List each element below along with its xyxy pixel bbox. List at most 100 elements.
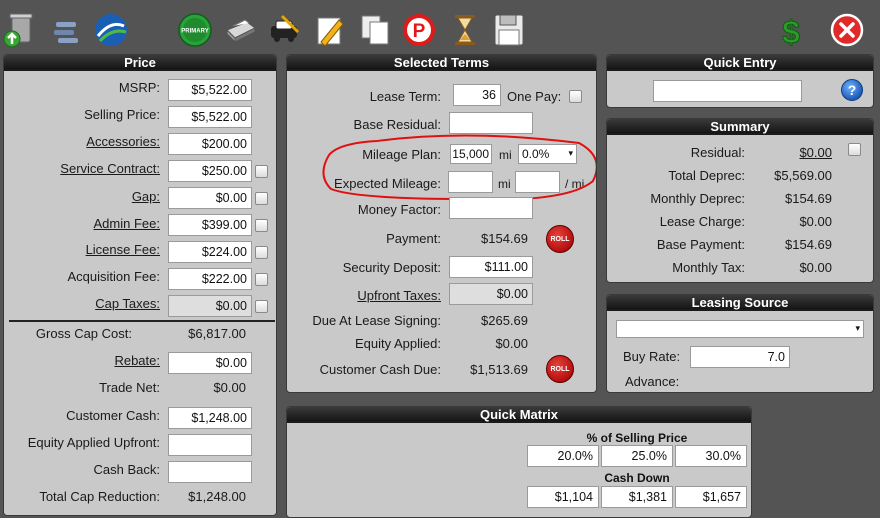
rebate-link[interactable]: Rebate: bbox=[114, 353, 160, 368]
cash-down-cell[interactable]: $1,657 bbox=[675, 486, 747, 508]
quick-matrix-title: Quick Matrix bbox=[287, 407, 751, 423]
equity-applied-label: Equity Applied: bbox=[354, 336, 441, 351]
printer-icon[interactable] bbox=[223, 12, 257, 48]
service-contract-checkbox[interactable] bbox=[255, 165, 268, 178]
due-at-signing-value: $265.69 bbox=[481, 313, 528, 328]
parking-p-icon[interactable]: P bbox=[402, 12, 436, 48]
hourglass-icon[interactable] bbox=[448, 12, 482, 48]
license-fee-link[interactable]: License Fee: bbox=[86, 242, 160, 257]
admin-fee-link[interactable]: Admin Fee: bbox=[94, 216, 160, 231]
license-fee-checkbox[interactable] bbox=[255, 246, 268, 259]
leasing-source-select[interactable]: ▾ bbox=[616, 320, 864, 338]
equity-applied-upfront-field[interactable] bbox=[168, 434, 252, 456]
customer-cash-label: Customer Cash: bbox=[66, 408, 160, 423]
service-contract-field[interactable]: $250.00 bbox=[168, 160, 252, 182]
base-residual-label: Base Residual: bbox=[353, 117, 441, 132]
monthly-tax-label: Monthly Tax: bbox=[672, 260, 745, 275]
admin-fee-checkbox[interactable] bbox=[255, 219, 268, 232]
cash-back-field[interactable] bbox=[168, 461, 252, 483]
toolbar: PRIMARY P $ bbox=[0, 0, 880, 54]
upfront-taxes-link[interactable]: Upfront Taxes: bbox=[357, 288, 441, 303]
price-panel-title: Price bbox=[4, 55, 276, 71]
residual-checkbox[interactable] bbox=[848, 143, 861, 156]
customer-cash-due-label: Customer Cash Due: bbox=[319, 362, 441, 377]
upload-trash-icon[interactable] bbox=[2, 12, 36, 48]
lease-term-field[interactable]: 36 bbox=[453, 84, 501, 106]
quick-entry-title: Quick Entry bbox=[607, 55, 873, 71]
msrp-field[interactable]: $5,522.00 bbox=[168, 79, 252, 101]
cap-taxes-field: $0.00 bbox=[168, 295, 252, 317]
acquisition-fee-label: Acquisition Fee: bbox=[67, 269, 161, 284]
gross-cap-cost-value: $6,817.00 bbox=[188, 326, 246, 341]
summary-panel: Summary Residual: $0.00 Total Deprec: $5… bbox=[606, 118, 874, 283]
quick-entry-input[interactable] bbox=[653, 80, 802, 102]
money-factor-field[interactable] bbox=[449, 197, 533, 219]
gap-link[interactable]: Gap: bbox=[132, 189, 160, 204]
close-icon[interactable] bbox=[830, 12, 864, 48]
one-pay-label: One Pay: bbox=[507, 89, 562, 104]
primary-button-icon[interactable]: PRIMARY bbox=[178, 12, 212, 48]
list-icon[interactable] bbox=[50, 12, 84, 48]
gap-checkbox[interactable] bbox=[255, 192, 268, 205]
gap-field[interactable]: $0.00 bbox=[168, 187, 252, 209]
pencil-note-icon[interactable] bbox=[313, 12, 347, 48]
primary-label: PRIMARY bbox=[181, 29, 208, 35]
cap-taxes-checkbox[interactable] bbox=[255, 300, 268, 313]
rebate-field[interactable]: $0.00 bbox=[168, 352, 252, 374]
pct-cell[interactable]: 30.0% bbox=[675, 445, 747, 467]
selling-price-field[interactable]: $5,522.00 bbox=[168, 106, 252, 128]
dollar-label: $ bbox=[782, 14, 800, 48]
lease-charge-value: $0.00 bbox=[799, 214, 832, 229]
trade-net-label: Trade Net: bbox=[99, 380, 160, 395]
monthly-deprec-label: Monthly Deprec: bbox=[650, 191, 745, 206]
service-contract-link[interactable]: Service Contract: bbox=[60, 161, 160, 176]
payment-value: $154.69 bbox=[481, 231, 528, 246]
admin-fee-field[interactable]: $399.00 bbox=[168, 214, 252, 236]
buy-rate-label: Buy Rate: bbox=[623, 349, 681, 364]
price-panel: Price MSRP: $5,522.00 Selling Price: $5,… bbox=[3, 54, 277, 516]
gross-cap-cost-label: Gross Cap Cost: bbox=[35, 326, 132, 341]
save-disk-icon[interactable] bbox=[492, 12, 526, 48]
pct-cell[interactable]: 25.0% bbox=[601, 445, 673, 467]
lease-term-label: Lease Term: bbox=[369, 89, 441, 104]
accessories-field[interactable]: $200.00 bbox=[168, 133, 252, 155]
money-factor-label: Money Factor: bbox=[357, 202, 441, 217]
total-deprec-label: Total Deprec: bbox=[668, 168, 745, 183]
equity-applied-value: $0.00 bbox=[495, 336, 528, 351]
license-fee-field[interactable]: $224.00 bbox=[168, 241, 252, 263]
cash-down-header: Cash Down bbox=[604, 471, 670, 485]
selected-terms-title: Selected Terms bbox=[287, 55, 596, 71]
leasing-source-panel: Leasing Source ▾ Buy Rate: 7.0 Advance: bbox=[606, 294, 874, 393]
cash-down-cell[interactable]: $1,381 bbox=[601, 486, 673, 508]
copy-pages-icon[interactable] bbox=[358, 12, 392, 48]
price-divider bbox=[9, 320, 275, 322]
security-deposit-label: Security Deposit: bbox=[342, 260, 441, 275]
due-at-signing-label: Due At Lease Signing: bbox=[312, 313, 441, 328]
trade-net-value: $0.00 bbox=[213, 380, 246, 395]
msrp-label: MSRP: bbox=[118, 80, 160, 95]
brand-logo-icon[interactable] bbox=[94, 12, 128, 48]
base-payment-value: $154.69 bbox=[785, 237, 832, 252]
acquisition-fee-field[interactable]: $222.00 bbox=[168, 268, 252, 290]
help-icon[interactable]: ? bbox=[841, 79, 863, 101]
roll-payment-button[interactable]: ROLL bbox=[546, 225, 574, 253]
selling-price-label: Selling Price: bbox=[84, 107, 160, 122]
car-document-icon[interactable] bbox=[268, 12, 302, 48]
customer-cash-field[interactable]: $1,248.00 bbox=[168, 407, 252, 429]
cap-taxes-link[interactable]: Cap Taxes: bbox=[95, 296, 160, 311]
base-residual-field[interactable] bbox=[449, 112, 533, 134]
highlight-circle bbox=[322, 134, 596, 201]
roll-cash-due-button[interactable]: ROLL bbox=[546, 355, 574, 383]
acquisition-fee-checkbox[interactable] bbox=[255, 273, 268, 286]
residual-link[interactable]: $0.00 bbox=[799, 145, 832, 160]
one-pay-checkbox[interactable] bbox=[569, 90, 582, 103]
buy-rate-field[interactable]: 7.0 bbox=[690, 346, 790, 368]
leasing-source-title: Leasing Source bbox=[607, 295, 873, 311]
dollar-icon[interactable]: $ bbox=[774, 12, 808, 49]
pct-cell[interactable]: 20.0% bbox=[527, 445, 599, 467]
customer-cash-due-value: $1,513.69 bbox=[470, 362, 528, 377]
cash-down-cell[interactable]: $1,104 bbox=[527, 486, 599, 508]
accessories-link[interactable]: Accessories: bbox=[86, 134, 160, 149]
chevron-down-icon: ▾ bbox=[855, 323, 860, 333]
security-deposit-field[interactable]: $111.00 bbox=[449, 256, 533, 278]
